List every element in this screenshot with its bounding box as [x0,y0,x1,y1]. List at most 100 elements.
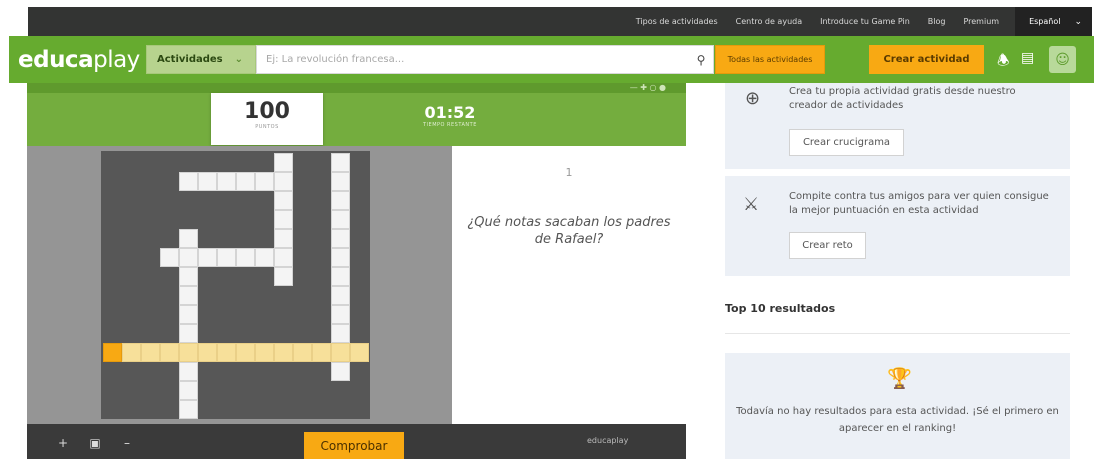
plus-circle-icon: ⊕ [745,88,761,109]
zoom-in-icon[interactable]: + [53,436,73,454]
main-header: educaplay Actividades ⌄ Ej: La revolució… [9,36,1094,83]
game-options-icons[interactable]: — ✚ ○ ● [630,83,666,92]
top-bar: Tipos de actividades Centro de ayuda Int… [28,7,1092,36]
crossword-cell[interactable] [274,229,293,248]
crossword-cell[interactable] [179,324,198,343]
create-activity-card: ⊕ Crea tu propia actividad gratis desde … [725,83,1070,169]
all-activities-button[interactable]: Todas las actividades [715,45,825,74]
topbar-link-blog[interactable]: Blog [928,17,946,26]
crossword-cell-highlighted[interactable] [198,343,217,362]
crossword-cell[interactable] [274,172,293,191]
top10-title: Top 10 resultados [725,302,836,315]
activities-dropdown[interactable]: Actividades ⌄ [146,45,256,74]
page: Tipos de actividades Centro de ayuda Int… [0,0,1094,459]
zoom-reset-icon[interactable]: ▣ [85,436,105,454]
crossword-cell[interactable] [217,248,236,267]
crossword-cell-highlighted[interactable] [255,343,274,362]
educaplay-logo[interactable]: educaplay [18,47,140,73]
message-icon[interactable]: ▤ [1021,50,1034,66]
create-crossword-button[interactable]: Crear crucigrama [789,129,904,156]
crossword-grid [101,151,370,419]
crossword-cell[interactable] [160,248,179,267]
crossword-cell[interactable] [179,305,198,324]
crossword-cell[interactable] [331,248,350,267]
crossword-cell-highlighted[interactable] [217,343,236,362]
create-activity-button[interactable]: Crear actividad [869,45,984,74]
crossword-cell[interactable] [179,400,198,419]
divider [725,333,1070,334]
empty-results-text: Todavía no hay resultados para esta acti… [736,406,1059,434]
score-value: 100 [244,99,290,124]
search-placeholder: Ej: La revolución francesa... [266,54,405,65]
crossword-cell[interactable] [179,172,198,191]
clue-text: ¿Qué notas sacaban los padres de Rafael? [467,215,671,247]
crossword-cell[interactable] [236,172,255,191]
crossword-cell-highlighted[interactable] [141,343,160,362]
crossword-game: — ✚ ○ ● 100 PUNTOS 01:52 TIEMPO RESTANTE… [27,83,686,459]
crossword-cell[interactable] [198,172,217,191]
crossword-cell[interactable] [274,191,293,210]
crossword-cell[interactable] [331,267,350,286]
results-card: 🏆 Todavía no hay resultados para esta ac… [725,353,1070,459]
crossword-cell[interactable] [179,286,198,305]
crossword-cell-highlighted[interactable] [293,343,312,362]
game-header: — ✚ ○ ● 100 PUNTOS 01:52 TIEMPO RESTANTE [27,83,686,146]
crossword-cell-highlighted[interactable] [274,343,293,362]
crossword-cell[interactable] [274,210,293,229]
logo-text-bold: educa [18,47,94,73]
clue-panel: 1 ¿Qué notas sacaban los padres de Rafae… [452,146,686,424]
swords-icon: ⚔ [743,194,760,215]
check-button[interactable]: Comprobar [304,432,404,459]
create-challenge-button[interactable]: Crear reto [789,232,866,259]
crossword-cell[interactable] [331,210,350,229]
crossword-cell-highlighted[interactable] [331,343,350,362]
crossword-cell[interactable] [198,248,217,267]
crossword-cell[interactable] [179,381,198,400]
timer-label: TIEMPO RESTANTE [423,122,477,128]
crossword-cell[interactable] [179,267,198,286]
crossword-cell[interactable] [331,172,350,191]
crossword-cell[interactable] [179,362,198,381]
zoom-out-icon[interactable]: – [117,436,137,454]
crossword-cell[interactable] [331,191,350,210]
crossword-cell[interactable] [331,324,350,343]
bell-icon[interactable]: 🕭 [997,50,1010,74]
crossword-cell-highlighted[interactable] [179,343,198,362]
activities-dropdown-label: Actividades [157,54,223,65]
crossword-cell[interactable] [179,248,198,267]
search-icon[interactable]: ⚲ [689,53,713,67]
challenge-card-text: Compite contra tus amigos para ver quien… [789,191,1049,216]
logo-text-thin: play [93,47,140,73]
crossword-cell[interactable] [255,248,274,267]
crossword-cell[interactable] [217,172,236,191]
topbar-link-premium[interactable]: Premium [963,17,999,26]
crossword-cell[interactable] [255,172,274,191]
user-avatar-icon[interactable]: ☺ [1049,46,1076,73]
crossword-board-area [27,146,452,424]
crossword-cell[interactable] [236,248,255,267]
topbar-link-activity-types[interactable]: Tipos de actividades [636,17,718,26]
crossword-cell[interactable] [274,153,293,172]
language-selector[interactable]: Español ⌄ [1015,7,1092,36]
crossword-cell-highlighted[interactable] [236,343,255,362]
crossword-cell-highlighted[interactable] [160,343,179,362]
crossword-cell-highlighted[interactable] [122,343,141,362]
crossword-cell[interactable] [331,229,350,248]
crossword-cell[interactable] [274,267,293,286]
crossword-cell[interactable] [331,305,350,324]
crossword-cell[interactable] [331,153,350,172]
crossword-cell[interactable] [331,362,350,381]
crossword-cell[interactable] [179,229,198,248]
crossword-cell[interactable] [331,286,350,305]
search-field[interactable]: Ej: La revolución francesa... ⚲ [256,45,714,74]
crossword-cell[interactable] [274,248,293,267]
game-title-strip [27,83,686,93]
crossword-cell-highlighted[interactable] [312,343,331,362]
clue-number: 1 [565,166,573,179]
topbar-link-help-center[interactable]: Centro de ayuda [736,17,803,26]
topbar-link-game-pin[interactable]: Introduce tu Game Pin [820,17,910,26]
crossword-cell-active[interactable] [103,343,122,362]
footer-logo: educaplay [587,436,629,445]
challenge-card: ⚔ Compite contra tus amigos para ver qui… [725,176,1070,276]
crossword-cell-highlighted[interactable] [350,343,369,362]
